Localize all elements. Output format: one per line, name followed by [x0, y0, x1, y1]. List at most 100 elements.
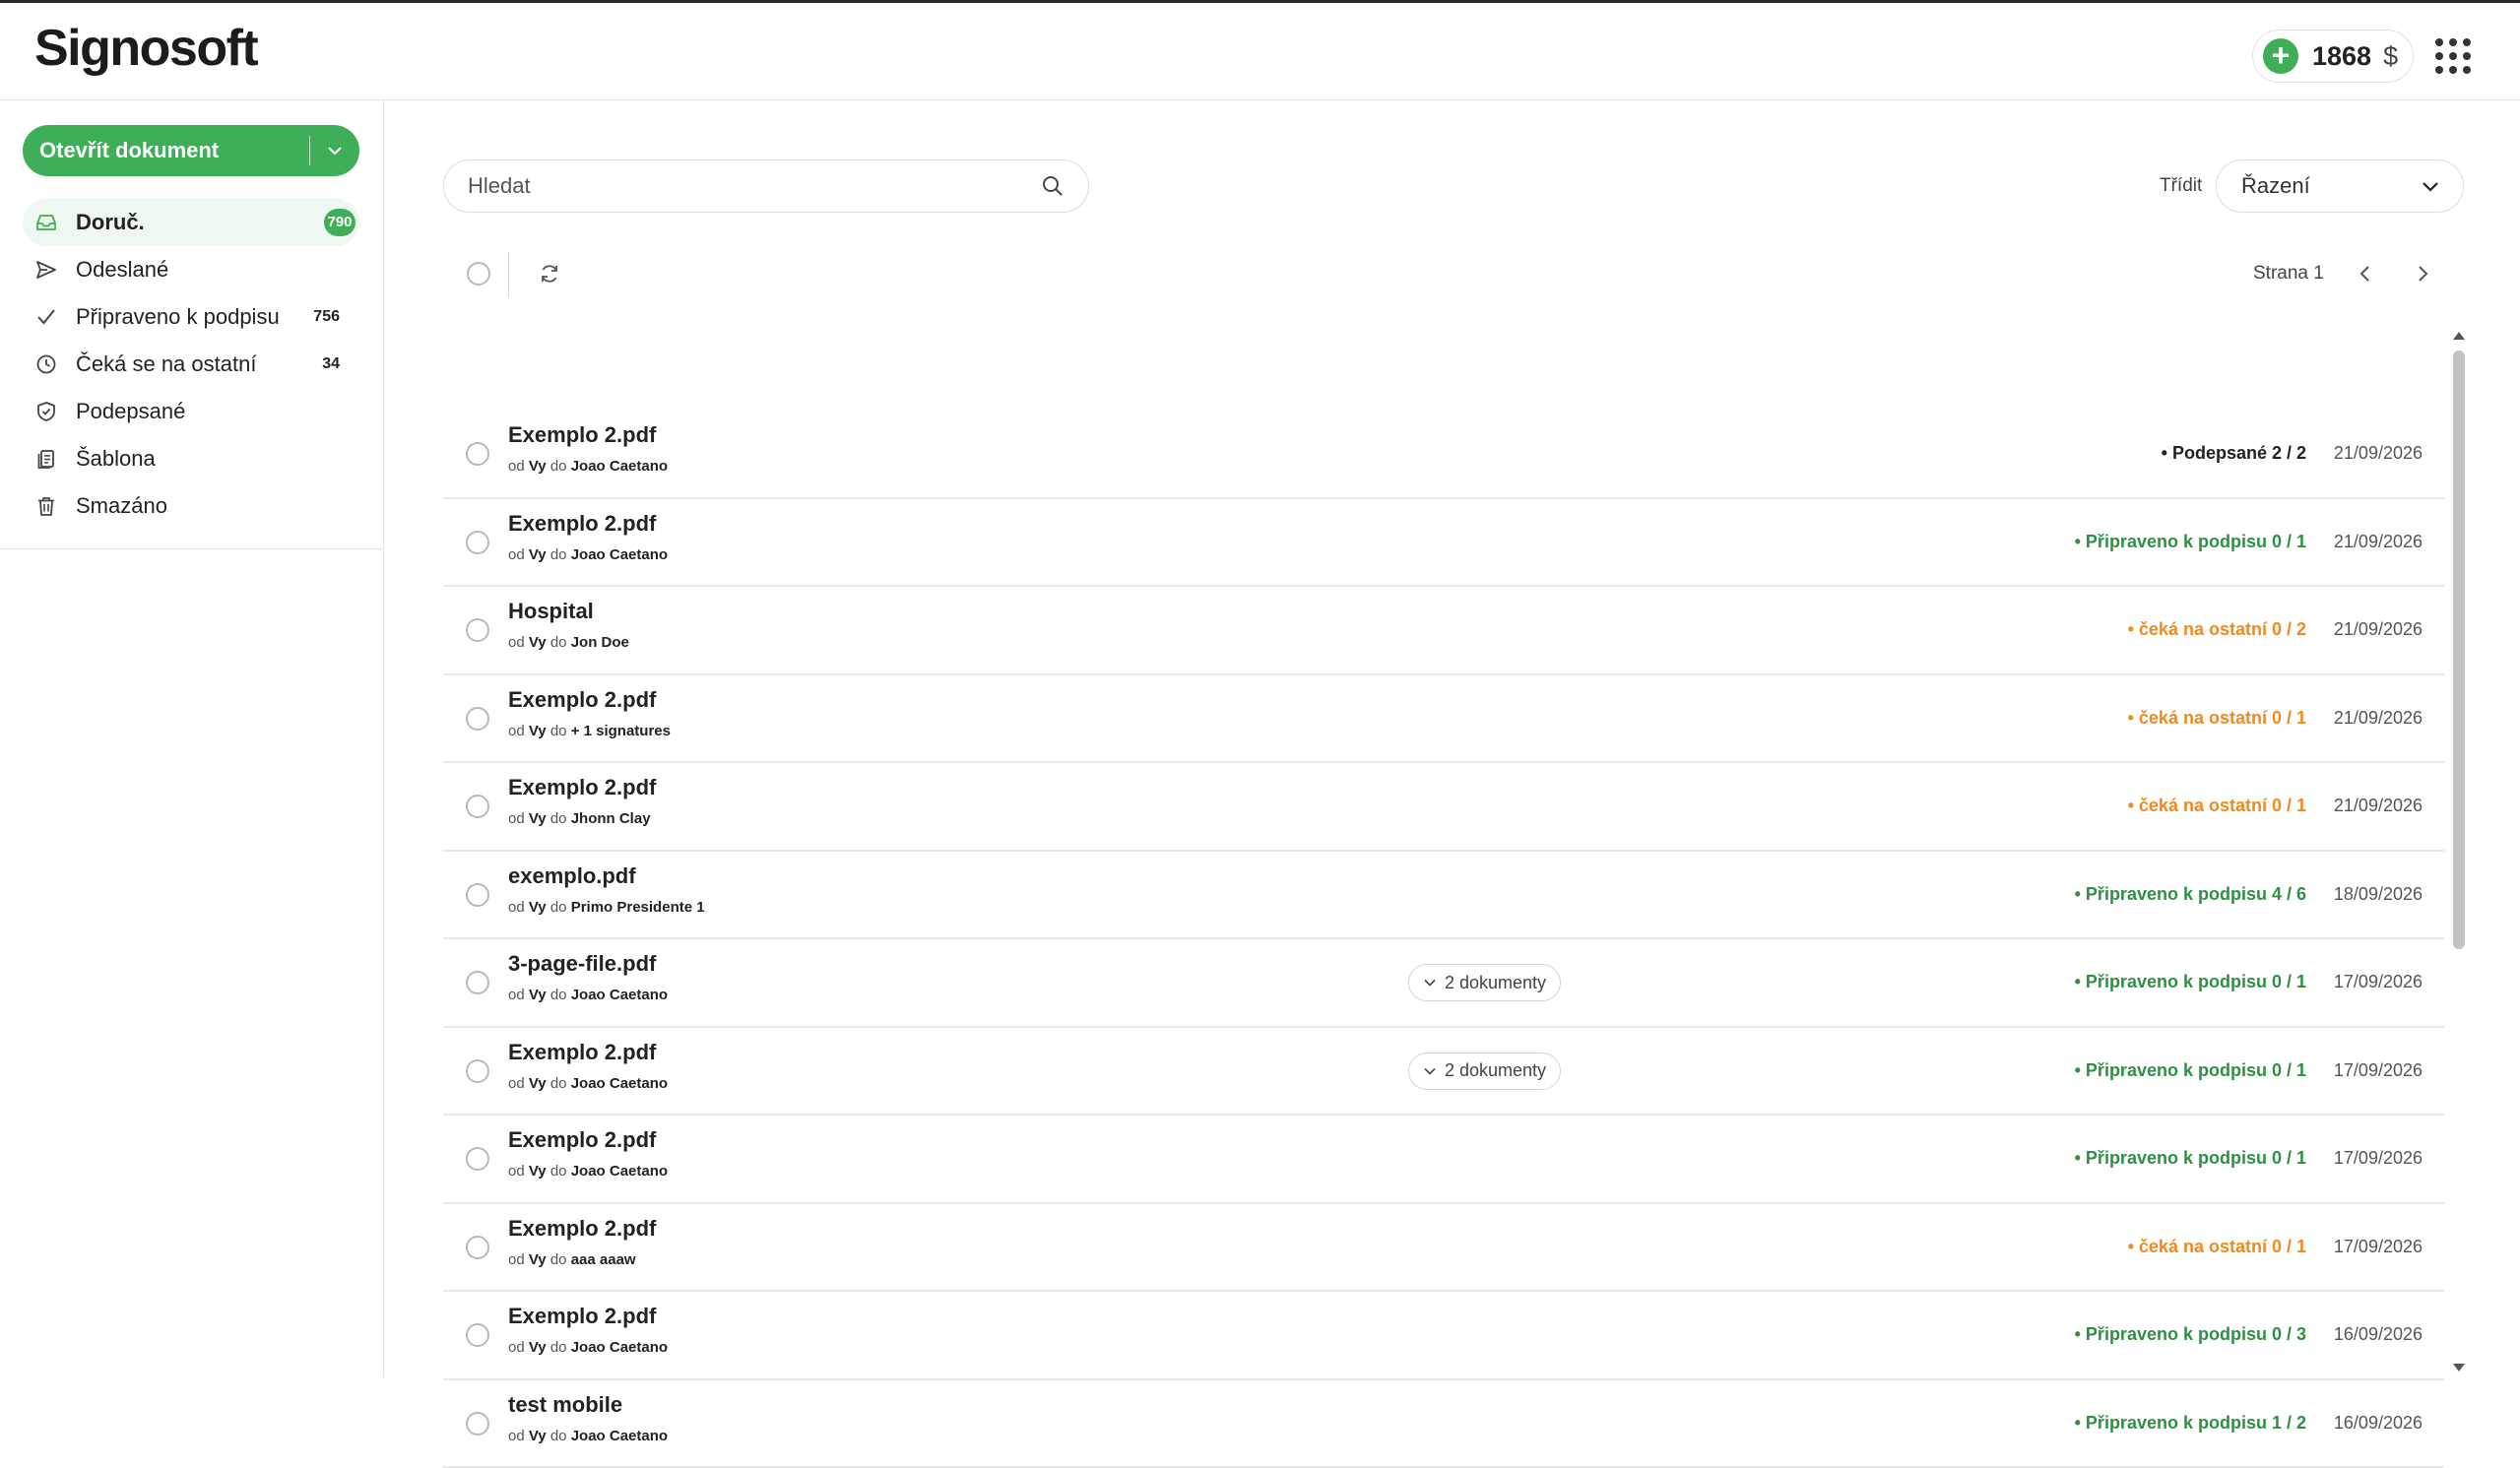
document-title[interactable]: Exemplo 2.pdf — [508, 1304, 656, 1329]
document-title[interactable]: Hospital — [508, 599, 594, 624]
document-row[interactable]: Exemplo 2.pdf od Vy do Joao Caetano • Př… — [443, 499, 2444, 588]
scrollbar-thumb[interactable] — [2453, 351, 2465, 949]
select-all-checkbox[interactable] — [467, 262, 490, 286]
row-checkbox[interactable] — [466, 707, 489, 731]
chevron-down-icon — [2420, 176, 2441, 204]
document-parties: od Vy do Joao Caetano — [508, 1075, 668, 1092]
sidebar-item-inbox[interactable]: Doruč. 790 — [23, 199, 359, 246]
main-content: Třídit Řazení Strana 1 Exemplo 2.pdf od … — [384, 100, 2520, 1377]
sidebar-item-sent[interactable]: Odeslané — [23, 246, 359, 293]
credits-widget[interactable]: + 1868 $ — [2252, 30, 2414, 83]
recipient-name: Joao Caetano — [571, 987, 668, 1003]
document-row[interactable]: Exemplo 2.pdf od Vy do aaa aaaw • čeká n… — [443, 1204, 2444, 1293]
recipient-name: Jhonn Clay — [571, 810, 651, 827]
document-row[interactable]: Hospital od Vy do Jon Doe • čeká na osta… — [443, 587, 2444, 675]
recipient-name: Joao Caetano — [571, 458, 668, 475]
sidebar-item-label: Šablona — [76, 446, 156, 472]
documents-count-toggle[interactable]: 2 dokumenty — [1408, 964, 1561, 1001]
page-indicator: Strana 1 — [2253, 263, 2324, 285]
document-title[interactable]: Exemplo 2.pdf — [508, 1216, 656, 1242]
sidebar-item-ready-to-sign[interactable]: Připraveno k podpisu 756 — [23, 293, 359, 341]
row-checkbox[interactable] — [466, 1147, 489, 1171]
document-row[interactable]: exemplo.pdf od Vy do Primo Presidente 1 … — [443, 852, 2444, 940]
row-checkbox[interactable] — [466, 971, 489, 994]
sender-name: Vy — [529, 810, 547, 827]
status-badge: • Připraveno k podpisu 0 / 1 — [2075, 1148, 2306, 1169]
document-row[interactable]: 3-page-file.pdf od Vy do Joao Caetano 2 … — [443, 939, 2444, 1028]
next-page-icon[interactable] — [2411, 262, 2434, 290]
from-prefix: od — [508, 810, 525, 827]
search-box[interactable] — [443, 160, 1089, 213]
row-checkbox[interactable] — [466, 442, 489, 466]
document-parties: od Vy do Primo Presidente 1 — [508, 899, 705, 916]
sender-name: Vy — [529, 723, 547, 739]
row-checkbox[interactable] — [466, 795, 489, 818]
refresh-icon[interactable] — [538, 262, 561, 286]
search-icon[interactable] — [1041, 174, 1065, 198]
document-parties: od Vy do Joao Caetano — [508, 987, 668, 1003]
document-date: 17/09/2026 — [2334, 1237, 2423, 1257]
document-row[interactable]: test mobile od Vy do Joao Caetano • Přip… — [443, 1380, 2444, 1468]
open-document-button[interactable]: Otevřít dokument — [23, 125, 359, 176]
app-logo[interactable]: Signosoft — [34, 19, 257, 78]
add-credits-icon[interactable]: + — [2263, 38, 2298, 74]
sidebar-item-signed[interactable]: Podepsané — [23, 388, 359, 435]
recipient-name: aaa aaaw — [571, 1251, 636, 1268]
scroll-down-icon[interactable] — [2452, 1361, 2466, 1378]
sidebar-divider — [0, 548, 384, 549]
apps-grid-icon[interactable] — [2435, 38, 2471, 74]
document-title[interactable]: Exemplo 2.pdf — [508, 775, 656, 800]
documents-count-toggle[interactable]: 2 dokumenty — [1408, 1053, 1561, 1090]
document-date: 18/09/2026 — [2334, 884, 2423, 905]
sidebar-item-waiting[interactable]: Čeká se na ostatní 34 — [23, 341, 359, 388]
previous-page-icon[interactable] — [2354, 262, 2377, 290]
to-prefix: do — [550, 1075, 567, 1092]
row-checkbox[interactable] — [466, 531, 489, 554]
row-checkbox[interactable] — [466, 1323, 489, 1347]
sidebar-item-template[interactable]: Šablona — [23, 435, 359, 482]
toolbar-divider — [508, 252, 509, 297]
document-row[interactable]: Exemplo 2.pdf od Vy do Joao Caetano • Př… — [443, 1292, 2444, 1380]
chevron-down-icon[interactable] — [310, 142, 359, 160]
waiting-count: 34 — [322, 355, 340, 373]
document-parties: od Vy do Jon Doe — [508, 634, 629, 651]
row-checkbox[interactable] — [466, 883, 489, 907]
to-prefix: do — [550, 546, 567, 563]
inbox-icon — [34, 211, 58, 234]
to-prefix: do — [550, 634, 567, 651]
document-title[interactable]: 3-page-file.pdf — [508, 951, 656, 977]
clock-icon — [34, 352, 58, 376]
sort-dropdown[interactable]: Řazení — [2216, 160, 2464, 213]
currency-symbol: $ — [2383, 41, 2398, 72]
sidebar-item-deleted[interactable]: Smazáno — [23, 482, 359, 530]
document-title[interactable]: Exemplo 2.pdf — [508, 1127, 656, 1153]
sender-name: Vy — [529, 1251, 547, 1268]
search-input[interactable] — [468, 173, 1041, 199]
row-checkbox[interactable] — [466, 1059, 489, 1083]
document-row[interactable]: Exemplo 2.pdf od Vy do Jhonn Clay • čeká… — [443, 763, 2444, 852]
document-title[interactable]: test mobile — [508, 1392, 622, 1418]
document-row[interactable]: Exemplo 2.pdf od Vy do Joao Caetano 2 do… — [443, 1028, 2444, 1117]
scroll-up-icon[interactable] — [2452, 329, 2466, 347]
from-prefix: od — [508, 899, 525, 916]
sort-value: Řazení — [2241, 173, 2310, 199]
to-prefix: do — [550, 899, 567, 916]
check-icon — [34, 305, 58, 329]
status-badge: • Připraveno k podpisu 0 / 1 — [2075, 972, 2306, 992]
document-row[interactable]: Exemplo 2.pdf od Vy do Joao Caetano • Po… — [443, 411, 2444, 499]
document-title[interactable]: Exemplo 2.pdf — [508, 422, 656, 448]
document-title[interactable]: exemplo.pdf — [508, 863, 636, 889]
document-row[interactable]: Exemplo 2.pdf od Vy do + 1 signatures • … — [443, 675, 2444, 764]
document-row[interactable]: Exemplo 2.pdf od Vy do Joao Caetano • Př… — [443, 1116, 2444, 1204]
document-title[interactable]: Exemplo 2.pdf — [508, 687, 656, 713]
sidebar: Otevřít dokument Doruč. 790 Odeslané Při… — [0, 100, 384, 1377]
row-checkbox[interactable] — [466, 1236, 489, 1259]
scrollbar[interactable] — [2444, 329, 2474, 1372]
sidebar-item-label: Připraveno k podpisu — [76, 304, 280, 330]
row-checkbox[interactable] — [466, 618, 489, 642]
document-title[interactable]: Exemplo 2.pdf — [508, 1040, 656, 1065]
recipient-name: Joao Caetano — [571, 546, 668, 563]
document-parties: od Vy do Joao Caetano — [508, 1339, 668, 1356]
row-checkbox[interactable] — [466, 1412, 489, 1436]
document-title[interactable]: Exemplo 2.pdf — [508, 511, 656, 537]
